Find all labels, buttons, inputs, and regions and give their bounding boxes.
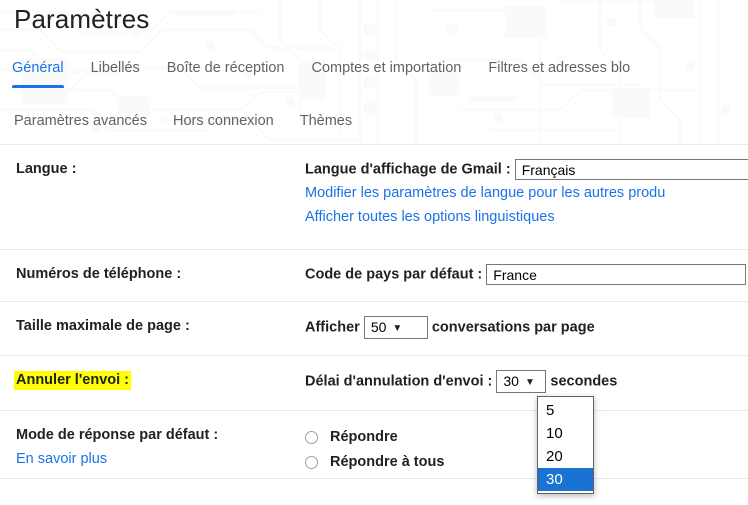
gmail-display-language-label: Langue d'affichage de Gmail : <box>305 161 511 178</box>
radio-option-repondre-a-tous[interactable]: Répondre à tous <box>305 450 748 475</box>
default-reply-row-value: Répondre Répondre à tous <box>305 425 748 470</box>
default-country-code-select[interactable]: France <box>486 264 747 285</box>
page-title: Paramètres <box>14 4 150 34</box>
page-size-suffix-label: conversations par page <box>431 319 595 336</box>
radio-button-repondre[interactable] <box>305 431 318 444</box>
settings-page: Paramètres Général Libellés Boîte de réc… <box>0 0 748 505</box>
page-size-row-label: Taille maximale de page : <box>16 318 190 334</box>
radio-label-repondre-a-tous: Répondre à tous <box>330 454 445 470</box>
undo-send-label-highlight: Annuler l'envoi : <box>14 371 132 390</box>
secondary-tabs: Paramètres avancés Hors connexion Thèmes <box>14 111 378 131</box>
undo-send-delay-dropdown-list[interactable]: 5 10 20 30 <box>537 396 594 494</box>
tab-filtres-et-adresses-bloquees[interactable]: Filtres et adresses blo <box>488 58 630 88</box>
phone-row-label: Numéros de téléphone : <box>16 266 182 282</box>
undo-send-delay-select[interactable]: 30 ▼ <box>496 370 547 393</box>
radio-button-repondre-a-tous[interactable] <box>305 456 318 469</box>
page-size-select[interactable]: 50 ▼ <box>363 316 428 339</box>
chevron-down-icon: ▼ <box>392 323 403 334</box>
link-en-savoir-plus[interactable]: En savoir plus <box>16 448 305 470</box>
link-modifier-parametres-langue[interactable]: Modifier les paramètres de langue pour l… <box>305 182 748 204</box>
primary-tabs: Général Libellés Boîte de réception Comp… <box>12 58 657 88</box>
language-row-value: Langue d'affichage de Gmail : Français M… <box>305 159 748 235</box>
default-country-code-label: Code de pays par défaut : <box>305 266 483 283</box>
tab-themes[interactable]: Thèmes <box>300 111 352 131</box>
chevron-down-icon: ▼ <box>524 377 535 388</box>
undo-send-delay-label: Délai d'annulation d'envoi : <box>305 373 493 390</box>
settings-row-phone-numbers: Numéros de téléphone : Code de pays par … <box>0 250 748 302</box>
default-reply-label-text: Mode de réponse par défaut : <box>16 427 219 443</box>
header-band: Paramètres Général Libellés Boîte de réc… <box>0 0 748 145</box>
default-reply-row-label: Mode de réponse par défaut : En savoir p… <box>0 425 305 467</box>
link-afficher-options-linguistiques[interactable]: Afficher toutes les options linguistique… <box>305 206 748 228</box>
tab-hors-connexion[interactable]: Hors connexion <box>173 111 274 131</box>
undo-send-seconds-label: secondes <box>550 373 618 390</box>
undo-send-delay-select-value: 30 <box>503 373 519 389</box>
page-size-row-value: Afficher 50 ▼ conversations par page <box>305 316 748 341</box>
dropdown-option-5[interactable]: 5 <box>538 399 593 422</box>
settings-list: Langue : Langue d'affichage de Gmail : F… <box>0 145 748 505</box>
settings-row-default-reply: Mode de réponse par défaut : En savoir p… <box>0 411 748 479</box>
tab-general[interactable]: Général <box>12 58 64 88</box>
tab-parametres-avances[interactable]: Paramètres avancés <box>14 111 147 131</box>
settings-row-page-size: Taille maximale de page : Afficher 50 ▼ c… <box>0 302 748 356</box>
settings-row-cut-off <box>0 479 748 505</box>
page-size-select-value: 50 <box>370 319 387 335</box>
phone-row-value: Code de pays par défaut : France <box>305 264 748 287</box>
dropdown-option-10[interactable]: 10 <box>538 422 593 445</box>
undo-send-row-value: Délai d'annulation d'envoi : 30 ▼ seconde… <box>305 370 748 396</box>
tab-libelles[interactable]: Libellés <box>91 58 140 88</box>
undo-send-row-label: Annuler l'envoi : <box>0 370 305 396</box>
radio-label-repondre: Répondre <box>330 429 398 445</box>
radio-option-repondre[interactable]: Répondre <box>305 425 748 450</box>
tab-boite-de-reception[interactable]: Boîte de réception <box>167 58 285 88</box>
settings-row-language: Langue : Langue d'affichage de Gmail : F… <box>0 145 748 250</box>
gmail-display-language-select[interactable]: Français <box>514 159 748 180</box>
tab-comptes-et-importation[interactable]: Comptes et importation <box>311 58 461 88</box>
dropdown-option-20[interactable]: 20 <box>538 445 593 468</box>
page-size-prefix-label: Afficher <box>305 319 360 336</box>
language-row-label: Langue : <box>16 161 77 177</box>
settings-row-undo-send: Annuler l'envoi : Délai d'annulation d'e… <box>0 356 748 411</box>
dropdown-option-30[interactable]: 30 <box>538 468 593 491</box>
